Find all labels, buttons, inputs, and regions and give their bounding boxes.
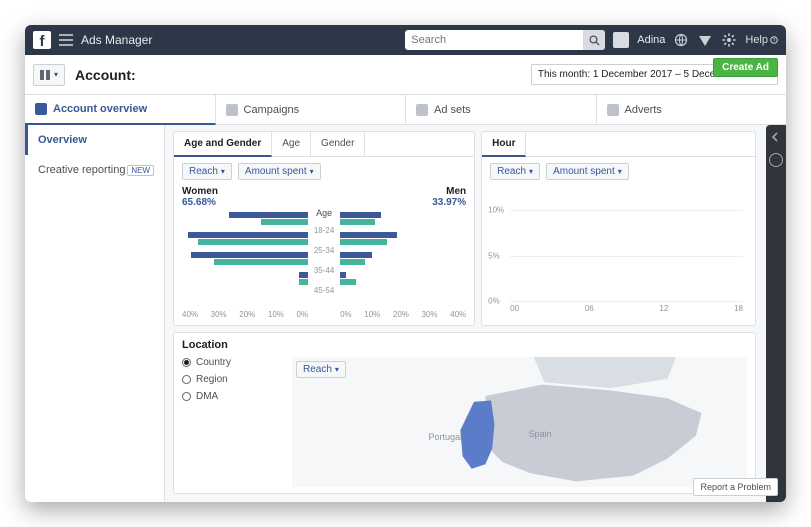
hour-card: Hour Reach▾ Amount spent▾ 0%5%10% 000612… <box>481 131 756 326</box>
svg-text:?: ? <box>773 38 776 44</box>
app-title: Ads Manager <box>81 33 152 47</box>
left-nav: Overview Creative reporting NEW <box>25 125 165 502</box>
women-label: Women <box>182 186 218 197</box>
overview-icon <box>35 103 47 115</box>
columns-icon <box>40 70 50 80</box>
global-top-bar: f Ads Manager Adina Help ? <box>25 25 786 55</box>
men-percent: 33.97% <box>432 197 466 208</box>
tab-campaigns[interactable]: Campaigns <box>216 95 407 124</box>
right-rail <box>766 125 786 502</box>
search-icon[interactable] <box>583 30 605 50</box>
women-percent: 65.68% <box>182 197 218 208</box>
caret-down-icon: ▾ <box>54 70 58 79</box>
menu-icon[interactable] <box>59 34 73 46</box>
map-region-other <box>531 357 679 388</box>
radio-icon <box>182 392 191 401</box>
location-opt-region[interactable]: Region <box>182 374 282 385</box>
caret-down-icon: ▾ <box>335 365 339 374</box>
help-link[interactable]: Help ? <box>745 34 778 46</box>
activity-history-icon[interactable] <box>769 153 783 167</box>
tab-ad-sets[interactable]: Ad sets <box>406 95 597 124</box>
campaigns-icon <box>226 104 238 116</box>
location-map[interactable]: Reach▾ Portugal Spain <box>292 357 747 487</box>
subtab-age[interactable]: Age <box>272 132 311 156</box>
notifications-icon[interactable] <box>697 32 713 48</box>
adverts-icon <box>607 104 619 116</box>
settings-gear-icon[interactable] <box>721 32 737 48</box>
age-gender-card: Age and Gender Age Gender Reach▾ Amount … <box>173 131 475 326</box>
report-problem-button[interactable]: Report a Problem <box>693 478 778 496</box>
collapse-rail-icon[interactable] <box>769 131 783 145</box>
caret-down-icon: ▾ <box>310 167 314 176</box>
metric-amount-spent-dropdown[interactable]: Amount spent▾ <box>238 163 321 180</box>
account-row: Create Ad ▾ Account: This month: 1 Decem… <box>25 55 786 95</box>
account-label: Account: <box>75 67 136 83</box>
hour-metric-reach-dropdown[interactable]: Reach▾ <box>490 163 540 180</box>
radio-icon <box>182 375 191 384</box>
location-title: Location <box>182 339 747 351</box>
radio-icon <box>182 358 191 367</box>
caret-down-icon: ▾ <box>618 167 622 176</box>
create-ad-button[interactable]: Create Ad <box>713 58 778 77</box>
columns-button[interactable]: ▾ <box>33 64 65 86</box>
caret-down-icon: ▾ <box>529 167 533 176</box>
map-label-spain: Spain <box>529 429 552 439</box>
subtab-age-and-gender[interactable]: Age and Gender <box>174 132 272 157</box>
tab-adverts[interactable]: Adverts <box>597 95 787 124</box>
adsets-icon <box>416 104 428 116</box>
main-tabs: Account overview Campaigns Ad sets Adver… <box>25 95 786 125</box>
search-input[interactable] <box>405 34 583 46</box>
new-badge: NEW <box>127 165 154 176</box>
caret-down-icon: ▾ <box>221 167 225 176</box>
username[interactable]: Adina <box>637 34 665 46</box>
men-label: Men <box>432 186 466 197</box>
subtab-gender[interactable]: Gender <box>311 132 365 156</box>
location-opt-country[interactable]: Country <box>182 357 282 368</box>
search-box[interactable] <box>405 30 605 50</box>
business-icon[interactable] <box>673 32 689 48</box>
leftnav-overview[interactable]: Overview <box>25 125 164 155</box>
location-metric-dropdown[interactable]: Reach▾ <box>296 361 346 378</box>
leftnav-creative-reporting[interactable]: Creative reporting NEW <box>25 155 164 185</box>
map-region-portugal <box>460 401 494 469</box>
map-label-portugal: Portugal <box>429 432 463 442</box>
hour-metric-amount-spent-dropdown[interactable]: Amount spent▾ <box>546 163 629 180</box>
subtab-hour[interactable]: Hour <box>482 132 526 157</box>
facebook-logo-icon[interactable]: f <box>33 31 51 49</box>
location-opt-dma[interactable]: DMA <box>182 391 282 402</box>
avatar[interactable] <box>613 32 629 48</box>
metric-reach-dropdown[interactable]: Reach▾ <box>182 163 232 180</box>
tab-account-overview[interactable]: Account overview <box>25 95 216 125</box>
location-card: Location Country Region DMA Reach▾ <box>173 332 756 494</box>
map-region-spain <box>485 385 701 482</box>
